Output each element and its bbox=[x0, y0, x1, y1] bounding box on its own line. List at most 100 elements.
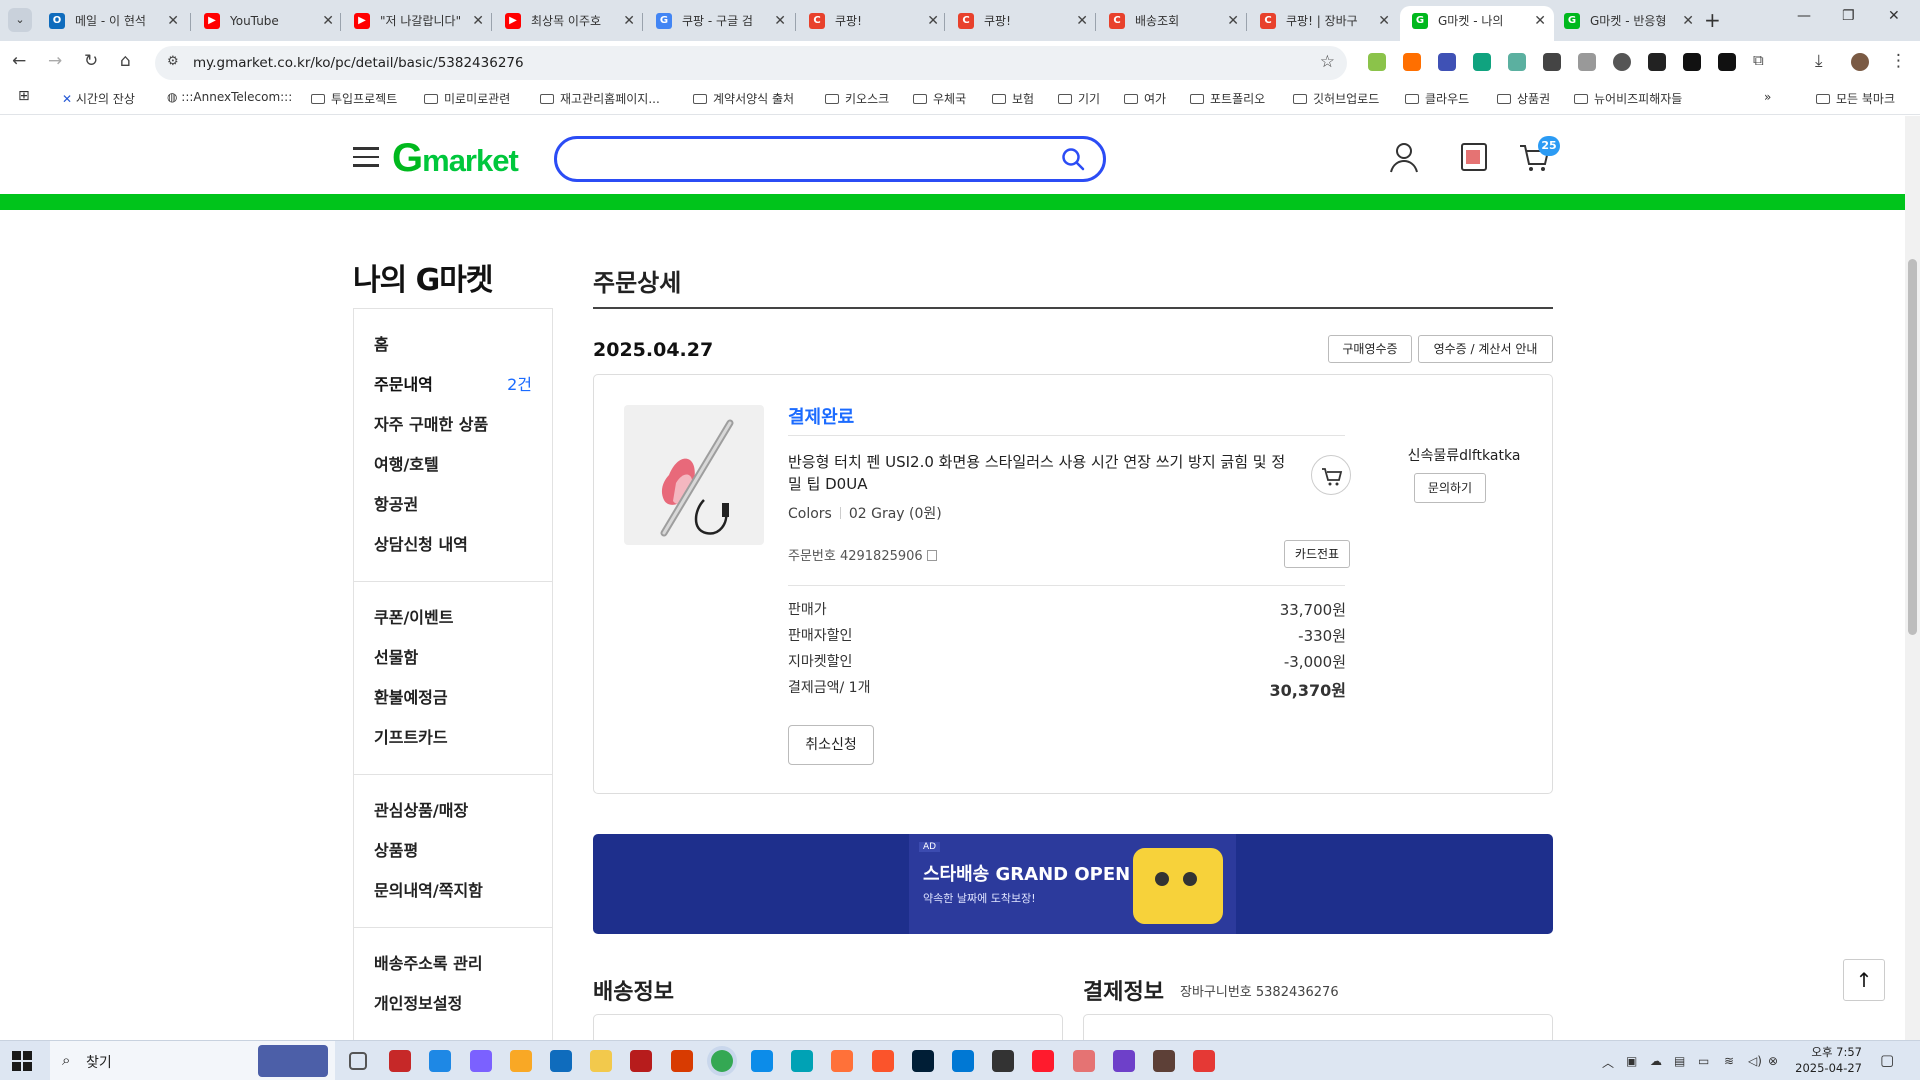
restore-icon[interactable]: ❐ bbox=[1842, 8, 1855, 24]
minimize-icon[interactable]: — bbox=[1797, 8, 1811, 24]
sidebar-item[interactable]: 홈 bbox=[354, 325, 552, 365]
receipt-guide-button[interactable]: 영수증 / 계산서 안내 bbox=[1418, 335, 1553, 363]
close-window-icon[interactable]: ✕ bbox=[1888, 8, 1900, 24]
product-image[interactable] bbox=[624, 405, 764, 545]
browser-tab[interactable]: C 쿠팡! ✕ bbox=[946, 6, 1096, 41]
browser-tab[interactable]: G G마켓 - 반응형 ✕ bbox=[1552, 6, 1702, 41]
tray-app-icon[interactable]: ▤ bbox=[1674, 1054, 1685, 1068]
bookmark-item[interactable]: 미로미로관련 bbox=[424, 90, 510, 107]
sidebar-item[interactable]: 배송주소록 관리 bbox=[354, 944, 552, 984]
browser-tab[interactable]: ▶ YouTube ✕ bbox=[192, 6, 342, 41]
ad-banner[interactable]: AD 스타배송 GRAND OPEN 약속한 날짜에 도착보장! bbox=[593, 834, 1553, 934]
firefox-icon[interactable] bbox=[831, 1050, 854, 1072]
search-input[interactable] bbox=[554, 136, 1106, 182]
app-icon[interactable] bbox=[630, 1050, 653, 1072]
more-bookmarks-icon[interactable]: » bbox=[1764, 90, 1771, 104]
close-tab-icon[interactable]: ✕ bbox=[1227, 6, 1239, 36]
forward-icon[interactable]: → bbox=[48, 51, 62, 71]
site-info-icon[interactable]: ⚙ bbox=[167, 54, 179, 69]
gmarket-logo[interactable]: Gmarket bbox=[392, 136, 519, 181]
new-tab-button[interactable]: + bbox=[1704, 8, 1721, 32]
scroll-to-top-button[interactable]: ↑ bbox=[1843, 959, 1885, 1001]
sidebar-item[interactable]: 개인정보설정 bbox=[354, 984, 552, 1024]
bookmark-item[interactable]: 우체국 bbox=[913, 90, 966, 107]
home-icon[interactable]: ⌂ bbox=[120, 51, 131, 71]
sidebar-item[interactable]: 상담신청 내역 bbox=[354, 525, 552, 565]
extension-icon[interactable] bbox=[1403, 53, 1421, 71]
notification-icon[interactable]: ▢ bbox=[1880, 1051, 1894, 1069]
cancel-request-button[interactable]: 취소신청 bbox=[788, 725, 874, 765]
extension-icon[interactable] bbox=[1508, 53, 1526, 71]
bookmark-item[interactable]: 여가 bbox=[1124, 90, 1166, 107]
hamburger-menu-icon[interactable] bbox=[353, 147, 379, 167]
app-icon[interactable] bbox=[1153, 1050, 1175, 1072]
task-view-icon[interactable] bbox=[349, 1052, 367, 1070]
office-icon[interactable] bbox=[670, 1050, 693, 1072]
close-tab-icon[interactable]: ✕ bbox=[472, 6, 484, 36]
tray-overflow-icon[interactable]: ︿ bbox=[1602, 1054, 1614, 1071]
extension-icon[interactable] bbox=[1543, 53, 1561, 71]
extension-icon[interactable] bbox=[1648, 53, 1666, 71]
extensions-puzzle-icon[interactable]: ⧉ bbox=[1753, 51, 1764, 69]
extension-icon[interactable] bbox=[1718, 53, 1736, 71]
close-tab-icon[interactable]: ✕ bbox=[167, 6, 179, 36]
bookmark-item[interactable]: 기기 bbox=[1058, 90, 1100, 107]
close-tab-icon[interactable]: ✕ bbox=[1378, 6, 1390, 36]
extension-icon[interactable] bbox=[1368, 53, 1386, 71]
close-tab-icon[interactable]: ✕ bbox=[774, 6, 786, 36]
windows-start-icon[interactable] bbox=[12, 1051, 32, 1071]
sidebar-item[interactable]: 쿠폰/이벤트 bbox=[354, 598, 552, 638]
add-to-cart-button[interactable] bbox=[1311, 455, 1351, 495]
bookmark-item[interactable]: 재고관리홈페이지... bbox=[540, 90, 660, 107]
order-status[interactable]: 결제완료 bbox=[788, 403, 854, 429]
my-account-icon[interactable] bbox=[1387, 140, 1421, 174]
profile-avatar[interactable] bbox=[1851, 53, 1869, 71]
bookmark-item[interactable]: ◍ :::AnnexTelecom::: bbox=[167, 90, 292, 104]
bookmark-star-icon[interactable]: ☆ bbox=[1320, 52, 1335, 72]
bookmark-item[interactable]: ✕ 시간의 잔상 bbox=[62, 90, 135, 107]
inquiry-button[interactable]: 문의하기 bbox=[1414, 473, 1486, 503]
menu-kebab-icon[interactable]: ⋮ bbox=[1890, 51, 1907, 71]
photoshop-icon[interactable] bbox=[911, 1050, 934, 1072]
browser-tab[interactable]: G 쿠팡 - 구글 검 ✕ bbox=[644, 6, 794, 41]
close-tab-icon[interactable]: ✕ bbox=[623, 6, 635, 36]
file-explorer-icon[interactable] bbox=[590, 1050, 613, 1072]
sidebar-item[interactable]: 선물함 bbox=[354, 638, 552, 678]
apps-grid-icon[interactable]: ⊞ bbox=[18, 88, 30, 104]
browser-tab[interactable]: C 쿠팡! | 장바구 ✕ bbox=[1248, 6, 1398, 41]
taskbar-search[interactable]: ⌕ 찾기 bbox=[50, 1041, 335, 1080]
download-icon[interactable]: ⤓ bbox=[1815, 51, 1823, 71]
copy-icon[interactable] bbox=[926, 550, 937, 561]
close-tab-icon[interactable]: ✕ bbox=[1682, 6, 1694, 36]
browser-tab[interactable]: ▶ "저 나갈랍니다" ✕ bbox=[342, 6, 492, 41]
bookmark-item[interactable]: 뉴어비즈피해자들 bbox=[1574, 90, 1682, 107]
extension-icon[interactable] bbox=[1473, 53, 1491, 71]
extension-icon[interactable] bbox=[1438, 53, 1456, 71]
sidebar-item[interactable]: 항공권 bbox=[354, 485, 552, 525]
app-icon[interactable] bbox=[1072, 1050, 1095, 1072]
purchase-receipt-button[interactable]: 구매영수증 bbox=[1328, 335, 1412, 363]
address-bar[interactable]: ⚙ my.gmarket.co.kr/ko/pc/detail/basic/53… bbox=[155, 46, 1347, 80]
tray-cloud-icon[interactable]: ☁ bbox=[1650, 1054, 1662, 1068]
sidebar-item[interactable]: 관심상품/매장 bbox=[354, 791, 552, 831]
sidebar-item[interactable]: 기프트카드 bbox=[354, 718, 552, 758]
app-icon[interactable] bbox=[992, 1050, 1015, 1072]
browser-tab[interactable]: C 배송조회 ✕ bbox=[1097, 6, 1247, 41]
browser-tab[interactable]: G G마켓 - 나의 ✕ bbox=[1400, 6, 1554, 41]
sidebar-item[interactable]: 주문내역 2건 bbox=[354, 365, 552, 405]
sidebar-item[interactable]: 환불예정금 bbox=[354, 678, 552, 718]
battery-icon[interactable]: ▭ bbox=[1698, 1054, 1709, 1068]
close-tab-icon[interactable]: ✕ bbox=[322, 6, 334, 36]
bookmark-item[interactable]: 상품권 bbox=[1497, 90, 1550, 107]
opera-icon[interactable] bbox=[1032, 1050, 1055, 1072]
app-icon[interactable] bbox=[429, 1050, 452, 1072]
browser-tab[interactable]: O 메일 - 이 현석 ✕ bbox=[37, 6, 187, 41]
bookmark-item[interactable]: 보험 bbox=[992, 90, 1034, 107]
close-tab-icon[interactable]: ✕ bbox=[927, 6, 939, 36]
scrollbar-thumb[interactable] bbox=[1908, 259, 1917, 635]
sidebar-item[interactable]: 문의내역/쪽지함 bbox=[354, 871, 552, 911]
sidebar-item[interactable]: 여행/호텔 bbox=[354, 445, 552, 485]
all-bookmarks[interactable]: 모든 북마크 bbox=[1816, 90, 1895, 107]
tab-search-button[interactable]: ⌄ bbox=[8, 8, 32, 32]
copilot-icon[interactable] bbox=[469, 1050, 492, 1072]
